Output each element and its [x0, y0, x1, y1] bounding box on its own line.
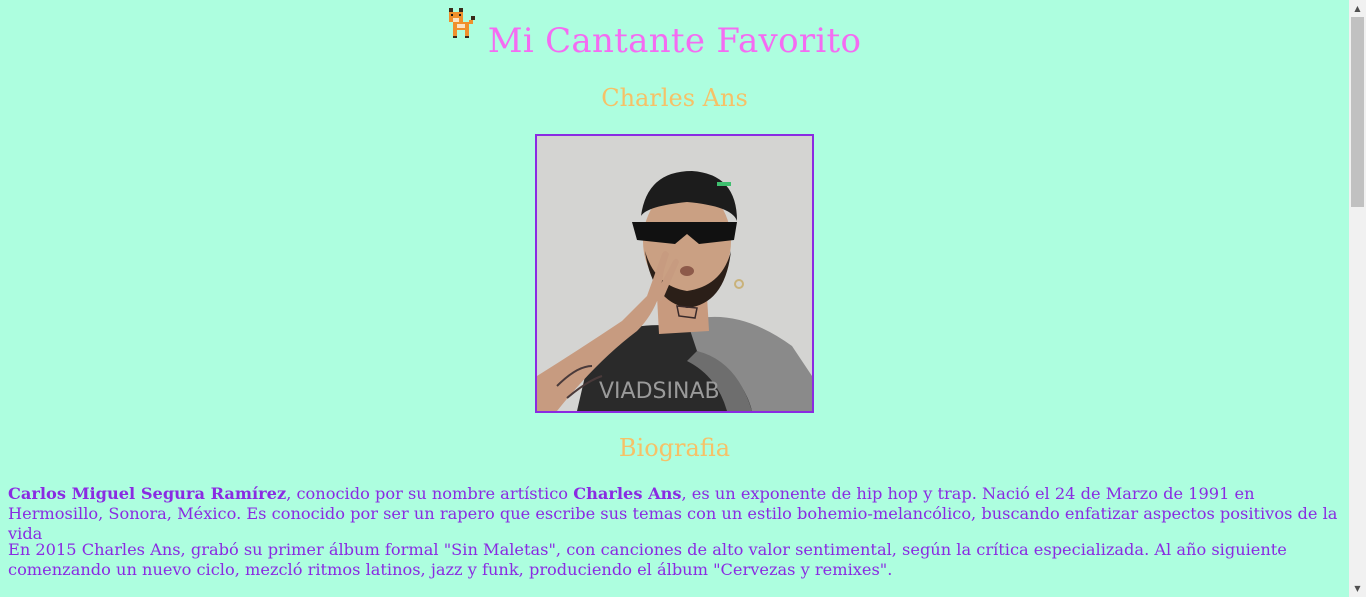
scroll-down-arrow-icon[interactable]: ▼: [1349, 580, 1366, 597]
page-viewport: Mi Cantante Favorito Charles Ans VIADSIN…: [0, 0, 1349, 597]
singer-photo-image: VIADSINAB: [537, 136, 812, 411]
full-name: Carlos Miguel Segura Ramírez: [8, 484, 287, 503]
bio-paragraph-1: Carlos Miguel Segura Ramírez, conocido p…: [8, 484, 1338, 544]
vertical-scrollbar[interactable]: ▲ ▼: [1349, 0, 1366, 597]
scroll-up-arrow-icon[interactable]: ▲: [1349, 0, 1366, 17]
bio-paragraph-2: En 2015 Charles Ans, grabó su primer álb…: [8, 540, 1287, 579]
bio-text-a: , conocido por su nombre artístico: [286, 484, 574, 503]
singer-name-heading: Charles Ans: [601, 84, 748, 112]
scrollbar-thumb[interactable]: [1351, 17, 1364, 207]
singer-photo: VIADSINAB: [535, 134, 814, 413]
biography-heading: Biografia: [618, 434, 731, 462]
page-title: Mi Cantante Favorito: [487, 21, 862, 61]
svg-text:VIADSINAB: VIADSINAB: [599, 379, 720, 404]
stage-name: Charles Ans: [573, 484, 682, 503]
